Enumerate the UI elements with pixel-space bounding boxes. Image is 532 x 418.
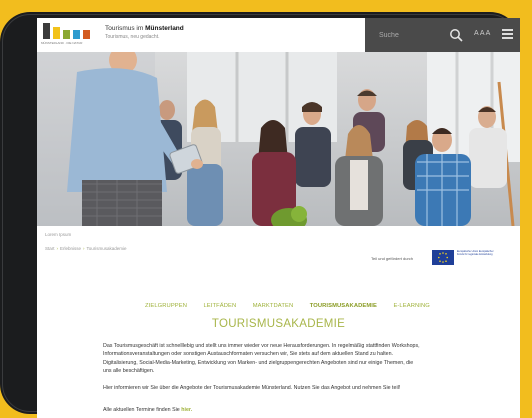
brand-prefix: Tourismus im bbox=[105, 25, 144, 32]
logo-bar bbox=[63, 30, 70, 39]
font-size-button[interactable]: A A A bbox=[474, 30, 490, 37]
logo-bars bbox=[43, 23, 95, 39]
dates-paragraph: Alle aktuellen Termine finden Sie hier. bbox=[103, 406, 423, 414]
eu-funding-label: Europäische Union Europäischer Fonds für… bbox=[457, 250, 494, 257]
brand-name: Tourismus im Münsterland bbox=[105, 25, 184, 32]
breadcrumb-current: Tourismusakademie bbox=[86, 246, 127, 251]
logo-bar bbox=[53, 27, 60, 39]
brand-region: Münsterland bbox=[145, 25, 184, 32]
breadcrumb-separator-icon: › bbox=[56, 246, 59, 251]
breadcrumb: Start › Erlebnisse › Tourismusakademie bbox=[45, 246, 127, 251]
breadcrumb-item[interactable]: Erlebnisse bbox=[60, 246, 81, 251]
intro-paragraph: Das Tourismusgeschäft ist schnelllebig u… bbox=[103, 343, 420, 375]
menu-icon[interactable] bbox=[502, 29, 513, 39]
nav-item-marktdaten[interactable]: MARKTDATEN bbox=[253, 303, 294, 309]
header-tools: A A A bbox=[365, 18, 520, 52]
eu-flag-icon bbox=[432, 250, 454, 265]
hero-image bbox=[37, 52, 520, 226]
nav-item-zielgruppen[interactable]: ZIELGRUPPEN bbox=[145, 303, 187, 309]
info-paragraph: Hier informieren wir Sie über die Angebo… bbox=[103, 385, 401, 391]
screen: MÜNSTERLAND · DIE NATUR Tourismus im Mün… bbox=[37, 18, 520, 418]
nav-item-tourismusakademie[interactable]: TOURISMUSAKADEMIE bbox=[310, 303, 377, 309]
logo[interactable]: MÜNSTERLAND · DIE NATUR bbox=[41, 22, 97, 48]
breadcrumb-separator-icon: › bbox=[83, 246, 85, 251]
search-icon[interactable] bbox=[449, 28, 463, 42]
section-nav: ZIELGRUPPEN LEITFÄDEN MARKTDATEN TOURISM… bbox=[145, 294, 442, 312]
logo-bar bbox=[83, 30, 90, 39]
logo-bar bbox=[43, 23, 50, 39]
dates-text: Alle aktuellen Termine finden Sie bbox=[103, 407, 180, 413]
logo-org-label: MÜNSTERLAND · DIE NATUR bbox=[41, 41, 83, 45]
nav-item-e-learning[interactable]: E-LEARNING bbox=[393, 303, 429, 309]
page-title: TOURISMUSAKADEMIE bbox=[211, 318, 346, 330]
logo-bar bbox=[73, 30, 80, 39]
site-header: MÜNSTERLAND · DIE NATUR Tourismus im Mün… bbox=[37, 18, 520, 52]
dates-link[interactable]: hier. bbox=[181, 407, 192, 413]
brand: Tourismus im Münsterland Tourismus, neu … bbox=[105, 25, 184, 40]
breadcrumb-item[interactable]: Start bbox=[45, 246, 55, 251]
funding-note: Teil und gefördert durch bbox=[371, 256, 414, 261]
nav-item-leitfaeden[interactable]: LEITFÄDEN bbox=[203, 303, 236, 309]
brand-tagline: Tourismus, neu gedacht. bbox=[105, 34, 160, 40]
hero-caption: Lorem Ipsum bbox=[45, 232, 72, 237]
